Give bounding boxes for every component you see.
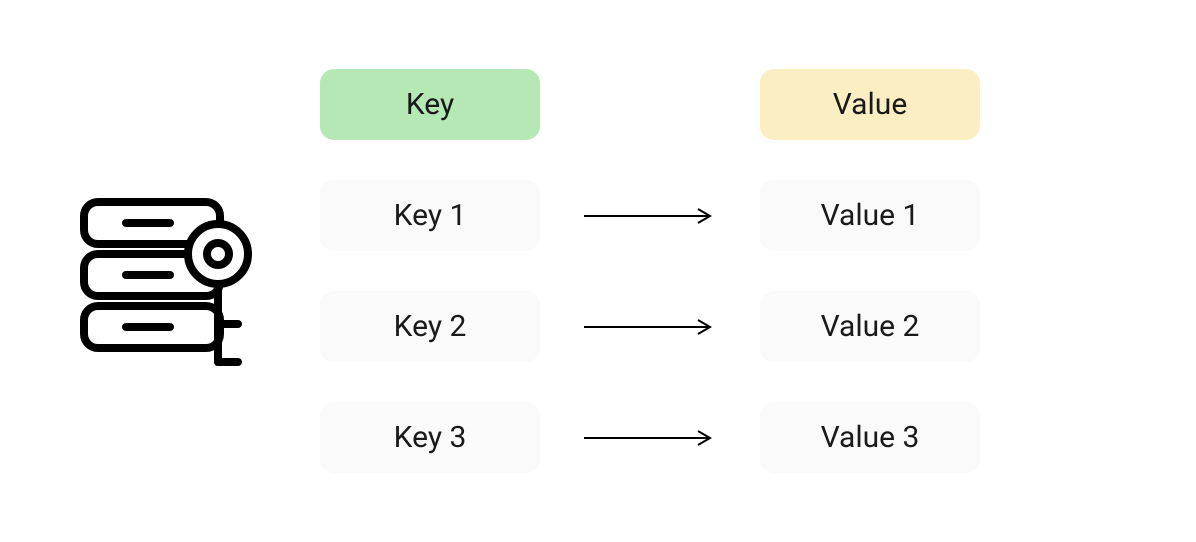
data-row: Key 3 Value 3 [320, 402, 1136, 473]
diagram-container: Key Value Key 1 Value 1 Key 2 Val [0, 0, 1196, 542]
database-key-svg [60, 184, 260, 394]
header-value-box: Value [760, 69, 980, 140]
value-box: Value 2 [760, 291, 980, 362]
key-box: Key 2 [320, 291, 540, 362]
value-box: Value 3 [760, 402, 980, 473]
key-box: Key 1 [320, 180, 540, 251]
key-box: Key 3 [320, 402, 540, 473]
database-key-icon [60, 184, 260, 398]
data-row: Key 2 Value 2 [320, 291, 1136, 362]
data-row: Key 1 Value 1 [320, 180, 1136, 251]
arrow-icon [580, 317, 720, 337]
header-row: Key Value [320, 69, 1136, 140]
header-key-box: Key [320, 69, 540, 140]
arrow-icon [580, 428, 720, 448]
key-value-table: Key Value Key 1 Value 1 Key 2 Val [320, 69, 1136, 473]
arrow-icon [580, 206, 720, 226]
value-box: Value 1 [760, 180, 980, 251]
